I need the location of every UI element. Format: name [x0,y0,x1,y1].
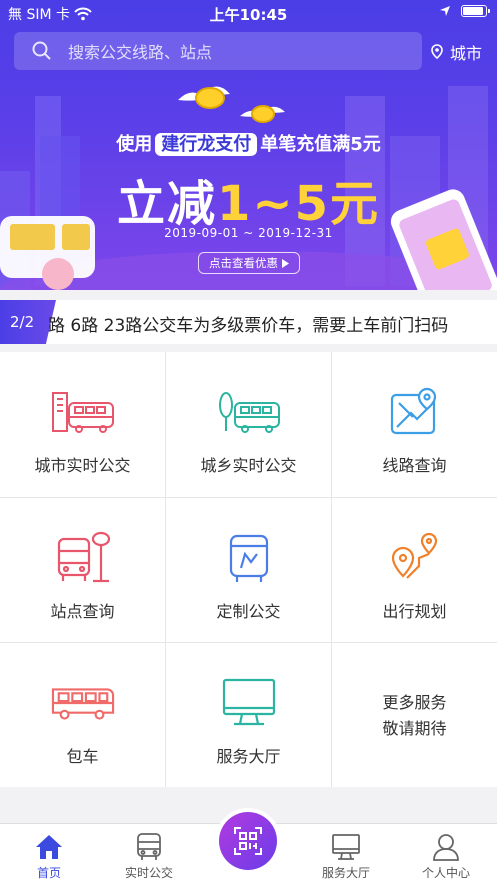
user-icon [431,830,461,864]
service-route-query[interactable]: 线路查询 [332,352,497,497]
service-rural-bus[interactable]: 城乡实时公交 [166,352,331,497]
banner-discount-amount: 1~5元 [216,176,381,232]
location-pin-icon [431,44,443,60]
location-arrow-icon [440,6,450,16]
rural-bus-icon [217,386,281,438]
service-city-bus[interactable]: 城市实时公交 [0,352,165,497]
charter-bus-icon [51,677,115,729]
banner-discount-pre: 立减 [116,176,217,232]
banner-discount: 立减1~5元 [0,164,497,234]
status-bar: 無 SIM 卡 上午10:45 [0,0,497,26]
notice-bar[interactable]: 2/2 路 6路 23路公交车为多级票价车，需要上车前门扫码 [0,300,497,344]
service-label: 城乡实时公交 [200,456,297,475]
battery-icon [461,5,490,17]
custom-bus-icon [217,532,281,584]
banner-cta-label: 点击查看优惠 [209,256,278,270]
service-label: 服务大厅 [216,747,281,766]
tab-label: 服务大厅 [321,866,370,880]
service-label: 线路查询 [382,456,447,475]
home-icon [34,830,64,864]
tab-realtime-bus[interactable]: 实时公交 [109,830,189,881]
bus-icon [135,830,163,864]
service-more: 更多服务 敬请期待 [332,643,497,788]
service-trip-plan[interactable]: 出行规划 [332,498,497,643]
tab-label: 个人中心 [421,866,470,880]
banner-cta-button[interactable]: 点击查看优惠 [198,252,300,274]
trip-plan-icon [383,532,447,584]
city-label: 城市 [449,44,482,63]
service-label: 出行规划 [382,602,447,621]
tab-label: 首页 [36,866,61,880]
monitor-icon [331,830,361,864]
service-grid: 城市实时公交 城乡实时公交 线路查询 站点查询 定制公交 出行规划 包车 服务大… [0,352,497,787]
service-label: 包车 [66,747,99,766]
service-charter[interactable]: 包车 [0,643,165,788]
scan-code-button[interactable] [215,808,281,874]
map-route-icon [383,386,447,438]
header-hero: 無 SIM 卡 上午10:45 搜索公交线路、站点 城市 使用 建行龙支付 单笔… [0,0,497,290]
city-bus-icon [51,386,115,438]
service-label: 站点查询 [50,602,115,621]
search-placeholder: 搜索公交线路、站点 [68,43,213,62]
status-time: 上午10:45 [209,6,288,24]
banner-highlight: 建行龙支付 [155,133,258,156]
play-arrow-icon [282,258,289,268]
monitor-icon [217,677,281,729]
tab-profile[interactable]: 个人中心 [406,830,486,881]
tab-home[interactable]: 首页 [9,830,89,881]
tab-label: 实时公交 [124,866,173,880]
tab-service-hall[interactable]: 服务大厅 [306,830,386,881]
service-label: 定制公交 [216,602,281,621]
bus-stop-icon [51,531,115,584]
service-custom-bus[interactable]: 定制公交 [166,498,331,643]
scan-code-icon [219,812,277,870]
promo-banner[interactable]: 使用 建行龙支付 单笔充值满5元 立减1~5元 2019-09-01 ~ 2019-… [0,76,497,290]
banner-text-post: 单笔充值满5元 [260,134,381,155]
banner-dates: 2019-09-01 ~ 2019-12-31 [164,226,333,240]
city-selector-button[interactable]: 城市 [430,40,482,64]
notice-text: 路 6路 23路公交车为多级票价车，需要上车前门扫码 [48,316,449,336]
search-icon [32,41,51,60]
search-input[interactable]: 搜索公交线路、站点 [14,32,422,70]
banner-headline: 使用 建行龙支付 单笔充值满5元 [0,130,497,156]
service-stop-query[interactable]: 站点查询 [0,498,165,643]
service-more-label: 更多服务 敬请期待 [382,692,447,738]
banner-text-pre: 使用 [116,134,153,155]
service-label: 城市实时公交 [34,456,131,475]
service-hall[interactable]: 服务大厅 [166,643,331,788]
